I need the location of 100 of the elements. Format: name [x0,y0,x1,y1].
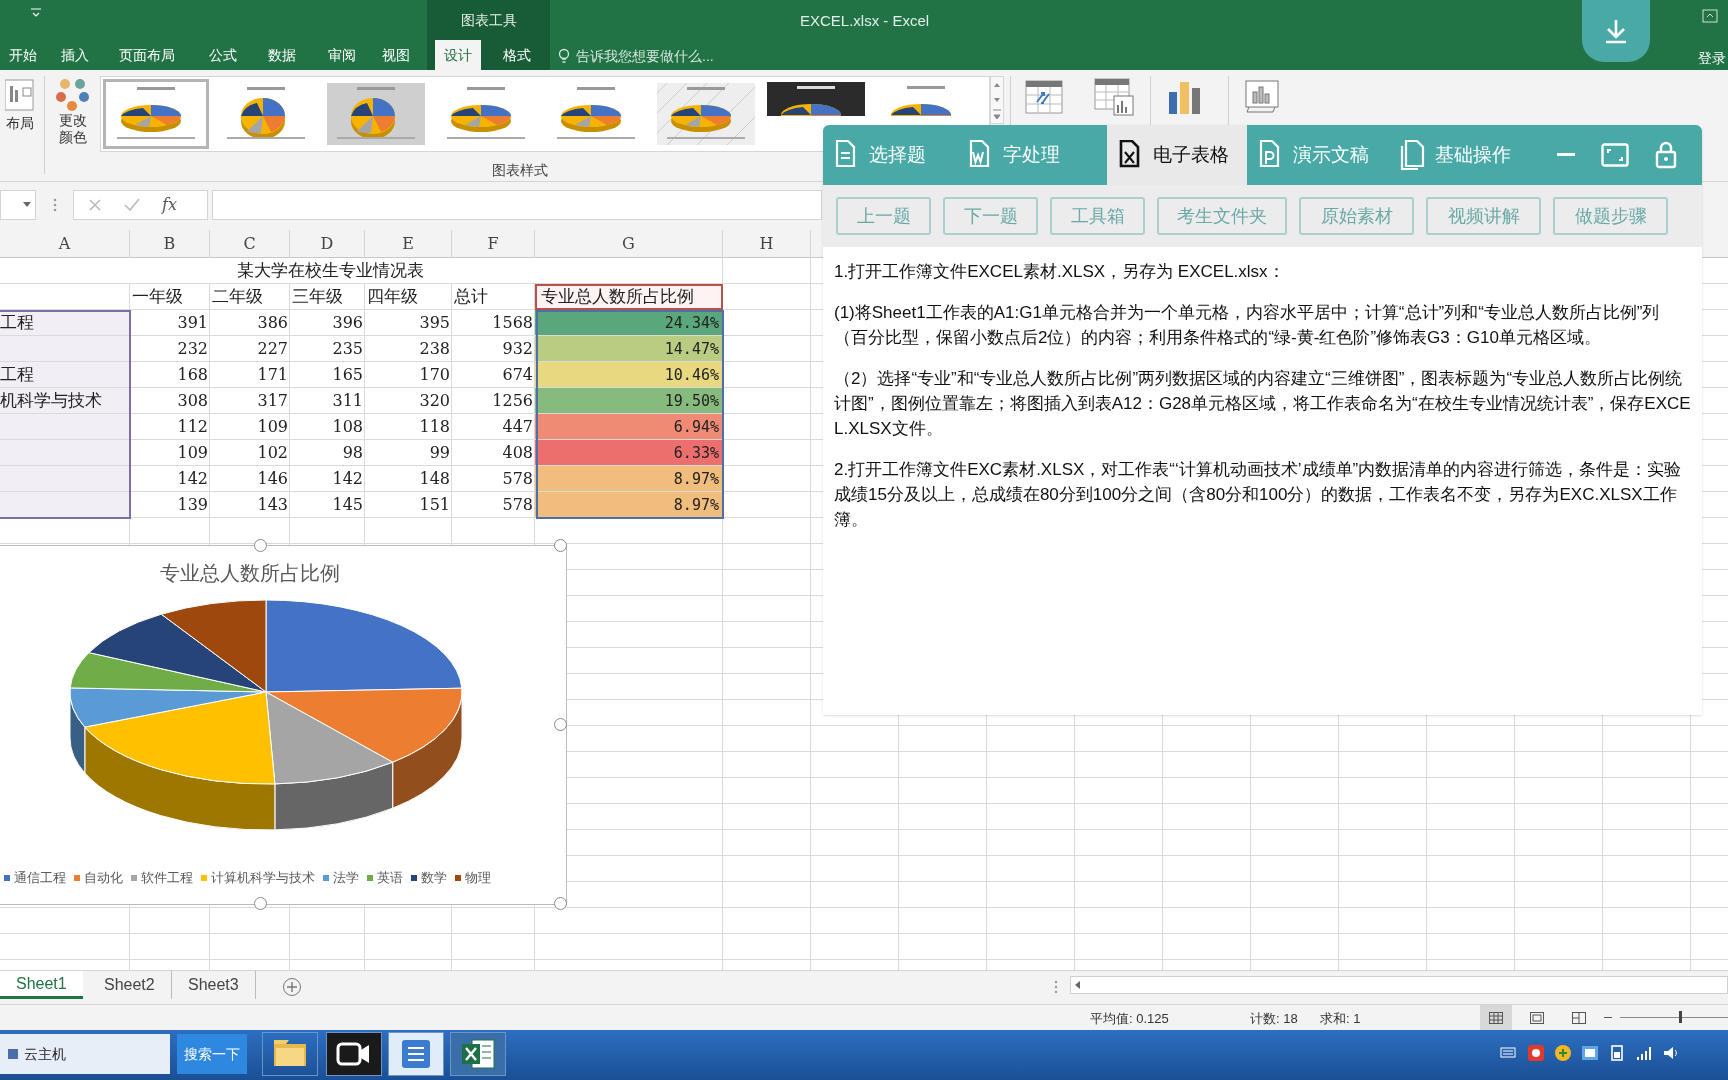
column-header[interactable]: A [58,232,71,256]
column-header[interactable]: F [487,232,499,256]
table-cell-text: 139 [177,494,208,516]
column-heading: 专业总人数所占比例 [535,284,723,310]
legend-label: 自动化 [84,869,123,887]
table-cell-text: 232 [177,338,208,360]
percentage-cell: 10.46% [535,362,723,388]
quick-layout-button[interactable]: 布局 [0,74,40,164]
table-cell-text: 578 [502,468,533,490]
column-heading: 二年级 [211,286,263,309]
percentage-cell: 19.50% [535,388,723,414]
table-cell-text: 308 [177,390,208,412]
chart-title: 专业总人数所占比例 [160,561,340,586]
table-cell-text: 395 [419,312,450,334]
status-count: 计数: 18 [1250,1010,1298,1028]
column-heading: 四年级 [366,286,418,309]
table-cell-text: 102 [257,442,288,464]
column-header[interactable]: E [402,232,414,256]
column-header[interactable]: C [243,232,256,256]
sheet-tab[interactable]: Sheet1 [0,971,83,999]
chart-area[interactable]: 专业总人数所占比例 通信工程 自动化 软件工程 计算机科学与技术 法学 英语 数学 物理 [0,545,567,905]
table-cell-text: 227 [257,338,288,360]
legend-label: 法学 [333,869,359,887]
column-header[interactable]: B [163,232,176,256]
table-cell-text: 396 [332,312,363,334]
tell-me-field[interactable]: 告诉我您想要做什么... [558,46,714,67]
table-cell-text: 320 [419,390,450,412]
table-cell-text: 148 [419,468,450,490]
table-cell-text: 145 [332,494,363,516]
legend-label: 软件工程 [141,869,193,887]
table-cell-text: 386 [257,312,288,334]
sign-in-link[interactable]: 登录 [1698,48,1726,69]
ribbon-tab[interactable]: 审阅 [319,40,365,70]
column-header[interactable]: G [622,232,635,256]
table-cell-text: 578 [502,494,533,516]
table-cell-text: 391 [177,312,208,334]
legend-label: 数学 [421,869,447,887]
percentage-cell: 6.94% [535,414,723,440]
legend-label: 英语 [377,869,403,887]
table-cell-text: 146 [257,468,288,490]
table-cell-text: 143 [257,494,288,516]
ribbon-tab[interactable]: 设计 [435,40,481,70]
status-sum: 求和: 1 [1320,1010,1361,1028]
table-cell-text: 109 [257,416,288,438]
table-cell: 工程 [0,362,130,388]
instruction-text: （2）选择“专业”和“专业总人数所占比例”两列数据区域的内容建立“三维饼图”，图表标题为“专业总人数所占比例统计图”，图例位置靠左；将图插入到表A12：G28单元格区域，将工作表命名为“在校生专业情况统计表”，保存EXCEL.XLSX文件。 [834,368,1691,440]
ribbon-tab[interactable]: 插入 [52,40,98,70]
table-cell-text: 109 [177,442,208,464]
table-cell-text: 99 [429,442,450,464]
column-header[interactable]: H [759,232,774,256]
sheet-tab[interactable]: Sheet3 [172,971,256,999]
ribbon-tab[interactable]: 数据 [259,40,305,70]
ribbon-tab[interactable]: 页面布局 [110,40,184,70]
table-cell-text: 112 [177,416,208,438]
percentage-cell: 6.33% [535,440,723,466]
ribbon-tab[interactable]: 开始 [0,40,46,70]
sheet-tab[interactable]: Sheet2 [88,971,172,999]
group-label: 图表样式 [492,161,548,180]
table-cell-text: 98 [342,442,363,464]
percentage-cell: 14.47% [535,336,723,362]
legend-label: 通信工程 [14,869,66,887]
table-cell-text: 108 [332,416,363,438]
table-cell: 工程 [0,310,130,336]
status-average: 平均值: 0.125 [1090,1010,1169,1028]
percentage-cell: 24.34% [535,310,723,336]
context-tab-label: 图表工具 [427,0,550,40]
ribbon-tab[interactable]: 格式 [494,40,540,70]
table-cell-text: 1256 [492,390,533,412]
table-cell-text: 165 [332,364,363,386]
table-cell-text: 311 [332,390,363,412]
column-header[interactable]: D [320,232,334,256]
table-cell-text: 170 [419,364,450,386]
table-cell-text: 168 [177,364,208,386]
column-heading: 三年级 [291,286,343,309]
search-button[interactable]: 搜索一下 [177,1034,247,1074]
insert-function-button[interactable]: fx [162,193,177,217]
ribbon-tab[interactable]: 公式 [200,40,246,70]
table-cell-text: 238 [419,338,450,360]
table-cell-text: 674 [502,364,533,386]
table-cell-text: 151 [419,494,450,516]
table-cell-text: 447 [502,416,533,438]
table-cell-text: 932 [502,338,533,360]
ribbon-tab[interactable]: 视图 [373,40,419,70]
table-cell-text: 171 [257,364,288,386]
start-area[interactable]: 云主机 [0,1034,170,1074]
column-heading: 一年级 [131,286,183,309]
table-cell-text: 118 [419,416,450,438]
change-colors-button[interactable]: 更改颜色 [50,76,96,160]
window-title: EXCEL.xlsx - Excel [800,11,930,31]
column-heading: 总计 [453,286,488,309]
table-cell-text: 1568 [492,312,533,334]
percentage-cell: 8.97% [535,492,723,518]
instruction-text: 2.打开工作簿文件EXC素材.XLSX，对工作表“‘计算机动画技术’成绩单”内数据清单的内容进行筛选，条件是：实验成绩15分及以上，总成绩在80分到100分之间（含80分和100分）的数据，工作表名不变，另存为EXC.XLSX工作簿。 [834,459,1683,531]
instruction-text: 1.打开工作簿文件EXCEL素材.XLSX，另存为 EXCEL.xlsx： [834,261,1286,283]
panel-tab[interactable]: 电子表格 [1107,125,1247,185]
table-cell-text: 317 [257,390,288,412]
legend-label: 计算机科学与技术 [211,869,315,887]
instruction-text: (1)将Sheet1工作表的A1:G1单元格合并为一个单元格，内容水平居中；计算“总计”列和“专业总人数所占比例”列（百分比型，保留小数点后2位）的内容；利用条件格式的“绿-黄-红色阶”修饰表G3：G10单元格区域。 [834,302,1661,349]
table-cell-text: 142 [332,468,363,490]
percentage-cell: 8.97% [535,466,723,492]
